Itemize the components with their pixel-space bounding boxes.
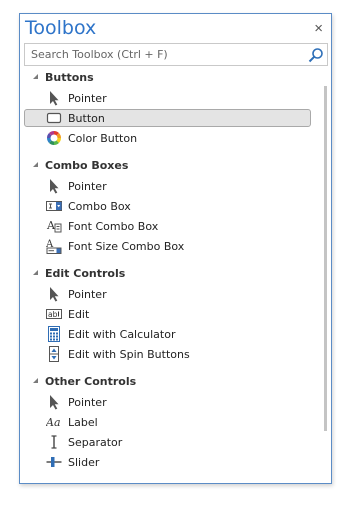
toolbox-item[interactable]: Pointer bbox=[20, 176, 331, 196]
toolbox-item-label: Color Button bbox=[68, 132, 138, 145]
pointer-icon bbox=[50, 179, 59, 194]
button-icon bbox=[46, 112, 62, 124]
toolbox-item-label: Pointer bbox=[68, 180, 107, 193]
group-label: Buttons bbox=[45, 71, 94, 84]
toolbox-item-label: Pointer bbox=[68, 92, 107, 105]
group-header[interactable]: Edit Controls bbox=[20, 264, 331, 284]
close-icon[interactable]: × bbox=[314, 21, 323, 36]
svg-text:ab: ab bbox=[48, 310, 58, 319]
edit-box-icon: ab bbox=[46, 309, 62, 319]
toolbox-item[interactable]: Color Button bbox=[20, 128, 331, 148]
svg-text:Aa: Aa bbox=[46, 416, 61, 429]
vertical-scrollbar[interactable] bbox=[324, 86, 327, 431]
toolbox-item-label: Slider bbox=[68, 456, 100, 469]
toolbox-item[interactable]: Edit with Spin Buttons bbox=[20, 344, 331, 364]
toolbox-item[interactable]: Aa Label bbox=[20, 412, 331, 432]
title-bar: Toolbox × bbox=[20, 14, 331, 44]
toolbox-item[interactable]: A Font Combo Box bbox=[20, 216, 331, 236]
search-box[interactable] bbox=[24, 43, 328, 66]
label-aa-icon: Aa bbox=[46, 416, 61, 429]
toolbox-list: Buttons Pointer Button Color Button Combo Bo… bbox=[20, 68, 331, 472]
toolbox-item[interactable]: Edit with Calculator bbox=[20, 324, 331, 344]
toolbox-item-label: Font Size Combo Box bbox=[68, 240, 185, 253]
collapse-triangle-icon[interactable] bbox=[33, 162, 38, 167]
group-label: Other Controls bbox=[45, 375, 137, 388]
font-combo-icon: A bbox=[46, 219, 62, 233]
group-header[interactable]: Other Controls bbox=[20, 372, 331, 392]
toolbox-item[interactable]: Pointer bbox=[20, 284, 331, 304]
toolbox-item[interactable]: ab Edit bbox=[20, 304, 331, 324]
toolbox-item-label: Edit with Calculator bbox=[68, 328, 176, 341]
toolbox-item-label: Label bbox=[68, 416, 98, 429]
separator-icon bbox=[51, 435, 57, 449]
toolbox-item-label: Edit with Spin Buttons bbox=[68, 348, 190, 361]
toolbox-item[interactable]: Combo Box bbox=[20, 196, 331, 216]
window-title: Toolbox bbox=[25, 17, 97, 39]
group-header[interactable]: Combo Boxes bbox=[20, 156, 331, 176]
group-label: Edit Controls bbox=[45, 267, 126, 280]
pointer-icon bbox=[50, 395, 59, 410]
collapse-triangle-icon[interactable] bbox=[33, 378, 38, 383]
toolbox-item-label: Font Combo Box bbox=[68, 220, 159, 233]
toolbox-item[interactable]: A Font Size Combo Box bbox=[20, 236, 331, 256]
pointer-icon bbox=[50, 287, 59, 302]
spin-buttons-icon bbox=[49, 346, 59, 362]
toolbox-item-label: Pointer bbox=[68, 288, 107, 301]
pointer-icon bbox=[50, 91, 59, 106]
calculator-icon bbox=[48, 326, 60, 342]
collapse-triangle-icon[interactable] bbox=[33, 74, 38, 79]
toolbox-item-label: Button bbox=[68, 112, 105, 125]
toolbox-item-label: Separator bbox=[68, 436, 123, 449]
group-header[interactable]: Buttons bbox=[20, 68, 331, 88]
toolbox-item[interactable]: Pointer bbox=[20, 88, 331, 108]
toolbox-item[interactable]: Slider bbox=[20, 452, 331, 472]
slider-icon bbox=[46, 457, 62, 467]
toolbox-item-label: Pointer bbox=[68, 396, 107, 409]
color-wheel-icon bbox=[47, 131, 61, 145]
toolbox-item[interactable]: Pointer bbox=[20, 392, 331, 412]
combo-box-icon bbox=[46, 201, 62, 211]
toolbox-window: Toolbox × Buttons Pointer Button Color Butt… bbox=[19, 13, 332, 484]
collapse-triangle-icon[interactable] bbox=[33, 270, 38, 275]
toolbox-item[interactable]: Separator bbox=[20, 432, 331, 452]
toolbox-item-label: Edit bbox=[68, 308, 90, 321]
group-label: Combo Boxes bbox=[45, 159, 129, 172]
search-input[interactable] bbox=[25, 44, 309, 65]
toolbox-item[interactable]: Button bbox=[20, 108, 331, 128]
font-size-combo-icon: A bbox=[46, 239, 62, 254]
toolbox-item-label: Combo Box bbox=[68, 200, 131, 213]
search-icon[interactable] bbox=[308, 47, 324, 63]
